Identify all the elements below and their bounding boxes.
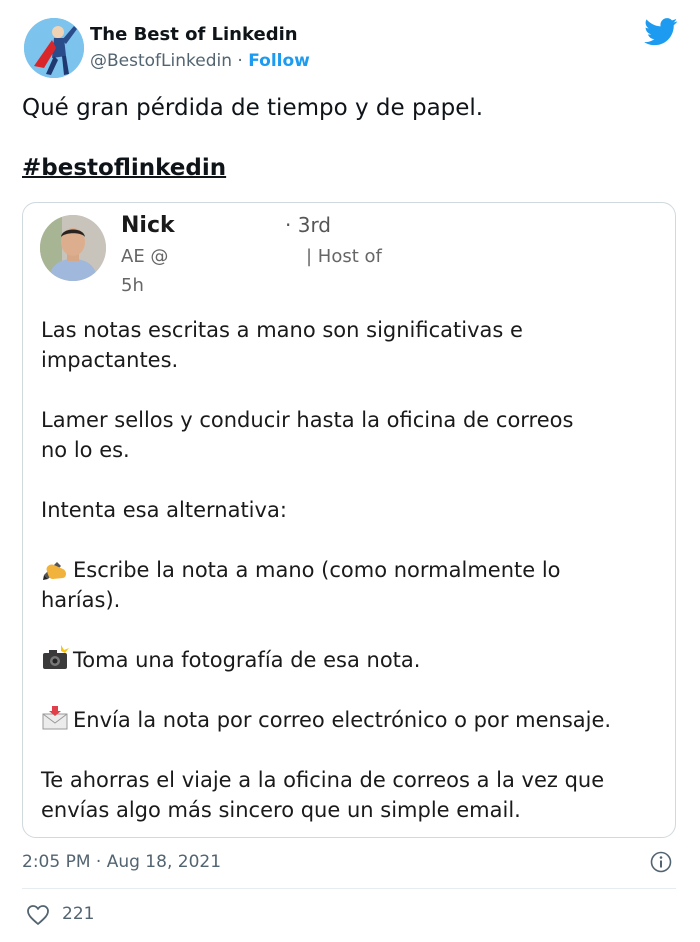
paragraph-7-line-2: envías algo más sincero que un simple em… <box>41 798 521 822</box>
paragraph-4-line-1: Escribe la nota a mano (como normalmente… <box>73 558 561 582</box>
paragraph-7-line-1: Te ahorras el viaje a la oficina de corr… <box>41 768 605 792</box>
tweet-timestamp[interactable]: 2:05 PM · Aug 18, 2021 <box>22 852 221 872</box>
paragraph-5: Toma una fotografía de esa nota. <box>41 645 420 675</box>
author-handle-line: @BestofLinkedin · Follow <box>90 51 310 71</box>
paragraph-4-line-2: harías). <box>41 588 121 612</box>
paragraph-2: Lamer sellos y conducir hasta la oficina… <box>41 405 573 465</box>
paragraph-3: Intenta esa alternativa: <box>41 498 287 522</box>
paragraph-1: Las notas escritas a mano son significat… <box>41 315 523 375</box>
hashtag-link[interactable]: #bestoflinkedin <box>22 155 226 181</box>
paragraph-4: Escribe la nota a mano (como normalmente… <box>41 555 561 615</box>
paragraph-6-text: Envía la nota por correo electrónico o p… <box>73 708 612 732</box>
author-handle[interactable]: @BestofLinkedin <box>90 51 232 71</box>
writing-hand-icon <box>43 562 66 580</box>
person-photo <box>40 215 106 281</box>
twitter-bird-icon[interactable] <box>644 18 678 46</box>
post-author-name: Nick <box>121 213 175 238</box>
superhero-avatar-image <box>24 18 84 78</box>
paragraph-5-text: Toma una fotografía de esa nota. <box>73 648 421 672</box>
author-avatar[interactable] <box>24 18 84 78</box>
heart-icon[interactable] <box>26 904 50 926</box>
incoming-envelope-icon <box>42 706 68 730</box>
camera-flash-icon <box>43 645 69 669</box>
linkedin-post-image[interactable]: Nick · 3rd AE @ | Host of 5h Las notas e… <box>22 202 676 838</box>
like-count: 221 <box>62 904 95 924</box>
paragraph-2-line-2: no lo es. <box>41 438 130 462</box>
post-author-role: AE @ <box>121 246 169 267</box>
connection-degree: · 3rd <box>285 213 332 237</box>
paragraph-7: Te ahorras el viaje a la oficina de corr… <box>41 765 604 825</box>
nick-avatar <box>40 215 106 281</box>
paragraph-1-line-2: impactantes. <box>41 348 179 372</box>
paragraph-6: Envía la nota por correo electrónico o p… <box>41 705 611 735</box>
post-time: 5h <box>121 275 144 296</box>
handle-separator: · <box>237 51 243 71</box>
author-name[interactable]: The Best of Linkedin <box>90 24 298 45</box>
tweet-text: Qué gran pérdida de tiempo y de papel. <box>22 95 484 121</box>
paragraph-2-line-1: Lamer sellos y conducir hasta la oficina… <box>41 408 574 432</box>
footer-divider <box>22 888 676 889</box>
info-icon[interactable] <box>650 851 672 873</box>
paragraph-1-line-1: Las notas escritas a mano son significat… <box>41 318 523 342</box>
follow-button[interactable]: Follow <box>248 51 310 71</box>
post-author-host: | Host of <box>306 246 382 267</box>
